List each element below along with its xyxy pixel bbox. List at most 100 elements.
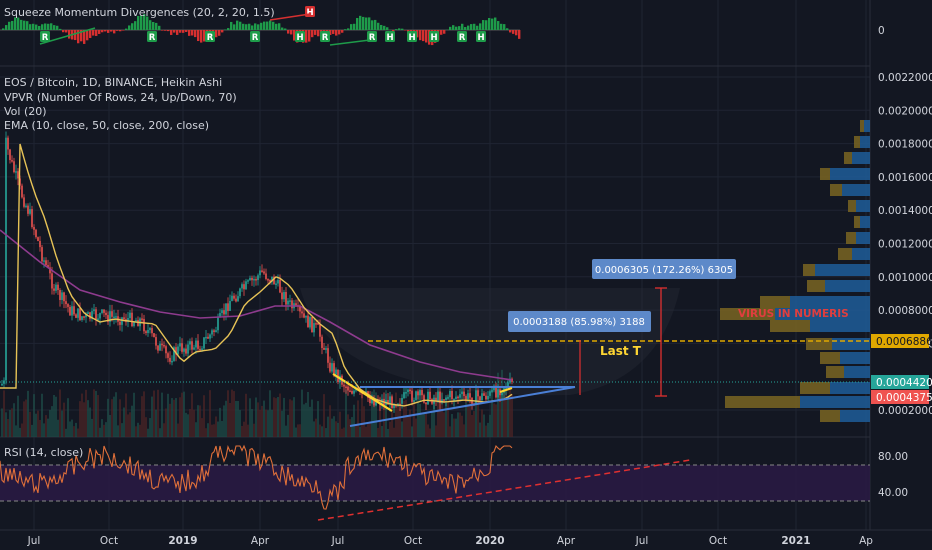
squeeze-bar: [122, 30, 125, 31]
volume-bar: [201, 418, 203, 437]
candle-body: [255, 278, 257, 281]
price-axis-tick: 0.0014000: [878, 205, 932, 217]
vpvr-row-up: [856, 232, 870, 244]
squeeze-bar: [32, 23, 35, 30]
candle-body: [475, 390, 477, 405]
candle-body: [481, 393, 483, 401]
candle-body: [267, 278, 269, 281]
volume-bar: [141, 396, 143, 437]
volume-bar: [51, 406, 53, 437]
volume-bar: [489, 414, 491, 437]
volume-bar: [33, 394, 35, 437]
volume-bar: [345, 389, 347, 437]
squeeze-bar: [473, 23, 476, 30]
virus-watermark: VIRUS IN NUMERIS: [738, 308, 849, 320]
volume-bar: [111, 399, 113, 437]
candle-body: [35, 229, 37, 238]
candle-body: [345, 386, 347, 389]
squeeze-bar: [452, 25, 455, 30]
volume-bar: [139, 424, 141, 437]
squeeze-marker-label: R: [369, 33, 376, 43]
squeeze-bar: [305, 30, 308, 43]
squeeze-bar: [59, 28, 62, 30]
volume-bar: [169, 403, 171, 437]
candle-body: [411, 390, 413, 402]
volume-bar: [273, 397, 275, 437]
candle-body: [185, 348, 187, 354]
volume-bar: [31, 424, 33, 437]
squeeze-bar: [398, 28, 401, 30]
volume-bar: [469, 396, 471, 437]
volume-bar: [153, 390, 155, 437]
squeeze-bar: [53, 25, 56, 30]
volume-bar: [501, 369, 503, 437]
candle-body: [161, 343, 163, 346]
volume-bar: [229, 403, 231, 437]
squeeze-bar: [356, 18, 359, 30]
volume-bar: [9, 409, 11, 437]
candle-body: [73, 306, 75, 315]
volume-bar: [175, 398, 177, 437]
squeeze-bar: [173, 30, 176, 33]
volume-bar: [377, 427, 379, 437]
vpvr-row-down: [854, 136, 860, 148]
candle-body: [39, 240, 41, 248]
candle-body: [235, 298, 237, 302]
volume-bar: [21, 423, 23, 437]
candle-body: [247, 280, 249, 282]
squeeze-bar: [491, 18, 494, 30]
candle-body: [307, 315, 309, 328]
volume-bar: [327, 416, 329, 437]
candle-body: [335, 369, 337, 375]
volume-bar: [77, 428, 79, 437]
volume-bar: [421, 414, 423, 437]
candle-body: [467, 393, 469, 400]
volume-bar: [289, 399, 291, 437]
candle-body: [253, 278, 255, 281]
vpvr-legend: VPVR (Number Of Rows, 24, Up/Down, 70): [4, 91, 237, 104]
volume-bar: [285, 425, 287, 437]
candle-body: [327, 348, 329, 363]
squeeze-marker-label: H: [477, 33, 484, 43]
vpvr-row-down: [820, 352, 840, 364]
measure-small-text: 0.0003188 (85.98%) 3188: [513, 317, 645, 328]
volume-bar: [161, 392, 163, 437]
volume-bar: [239, 410, 241, 437]
volume-bar: [45, 415, 47, 437]
volume-bar: [15, 425, 17, 437]
candle-body: [1, 383, 3, 386]
price-tag-yellow: 0.0006886: [871, 334, 932, 348]
candle-body: [97, 318, 99, 320]
squeeze-marker-label: H: [296, 33, 303, 43]
squeeze-bar: [62, 30, 65, 33]
squeeze-bar: [335, 30, 338, 36]
vpvr-row-down: [806, 338, 832, 350]
volume-bar: [301, 389, 303, 437]
squeeze-bar: [161, 30, 164, 31]
price-tag-yellow-text: 0.0006886: [876, 336, 932, 348]
volume-bar: [115, 392, 117, 437]
volume-bar: [95, 390, 97, 437]
squeeze-bar: [497, 21, 500, 30]
candle-body: [291, 300, 293, 309]
volume-bar: [205, 428, 207, 437]
vpvr-row-up: [852, 248, 870, 260]
vpvr-row-down: [800, 382, 830, 394]
candle-body: [497, 389, 499, 398]
volume-bar: [215, 416, 217, 437]
volume-bar: [39, 419, 41, 437]
volume-bar: [315, 418, 317, 437]
volume-bar: [481, 409, 483, 437]
candle-body: [287, 300, 289, 305]
volume-bar: [449, 426, 451, 437]
price-axis-tick: 0.0020000: [878, 105, 932, 117]
volume-bar: [197, 405, 199, 437]
squeeze-bar: [440, 30, 443, 35]
squeeze-bar: [86, 30, 89, 41]
volume-bar: [365, 426, 367, 437]
volume-bar: [17, 395, 19, 437]
candle-body: [443, 399, 445, 401]
volume-bar: [467, 404, 469, 437]
candle-body: [157, 345, 159, 351]
squeeze-bar: [170, 30, 173, 35]
